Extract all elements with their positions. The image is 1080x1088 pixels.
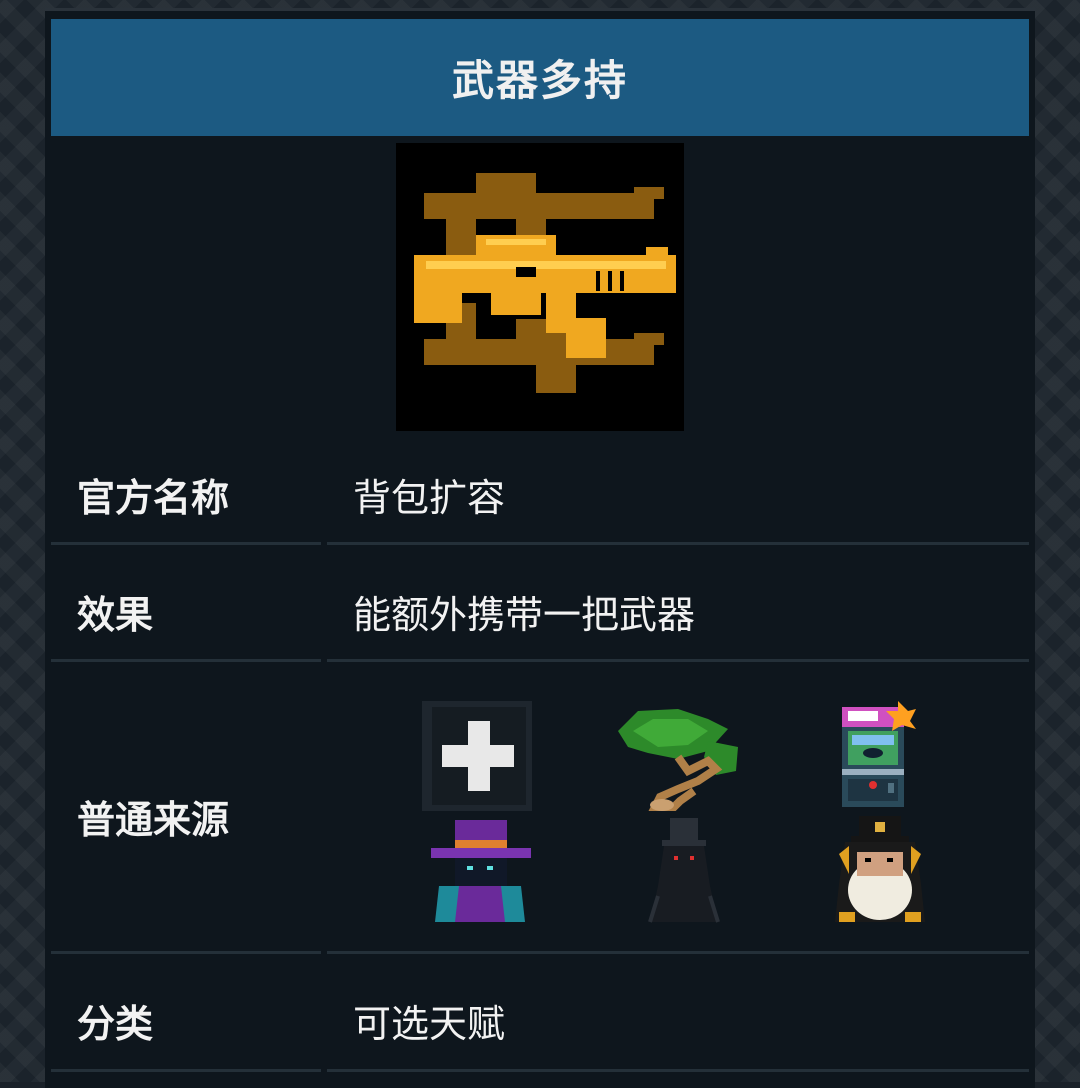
- row-label-source: 普通来源: [77, 798, 230, 842]
- row-value-official-name: 背包扩容: [353, 476, 506, 520]
- row-divider: [327, 542, 1029, 545]
- arcade-machine-icon[interactable]: [828, 699, 918, 809]
- card-title: 武器多持: [451, 56, 628, 105]
- row-value-category: 可选天赋: [353, 1002, 506, 1046]
- talent-card: 武器多持 官方名称 背包扩容 效果 能额外携带一把武器 普通来源 分类 可选天赋: [45, 8, 1035, 1088]
- row-label-official-name: 官方名称: [77, 476, 230, 520]
- row-divider: [327, 659, 1029, 662]
- plus-icon[interactable]: [422, 701, 532, 811]
- multi-weapon-icon: [396, 143, 684, 431]
- penguin-gentleman-icon[interactable]: [825, 814, 935, 924]
- row-divider: [51, 542, 321, 545]
- card-header: 武器多持: [51, 19, 1029, 136]
- row-label-category: 分类: [77, 1002, 154, 1046]
- row-label-effect: 效果: [77, 593, 154, 637]
- shadow-figure-icon[interactable]: [630, 816, 740, 926]
- bonsai-tree-icon[interactable]: [608, 701, 748, 816]
- row-divider: [51, 659, 321, 662]
- row-value-effect: 能额外携带一把武器: [353, 593, 696, 637]
- row-divider: [327, 1069, 1029, 1072]
- wizard-merchant-icon[interactable]: [425, 816, 535, 926]
- row-divider: [327, 951, 1029, 954]
- row-divider: [51, 1069, 321, 1072]
- row-divider: [51, 951, 321, 954]
